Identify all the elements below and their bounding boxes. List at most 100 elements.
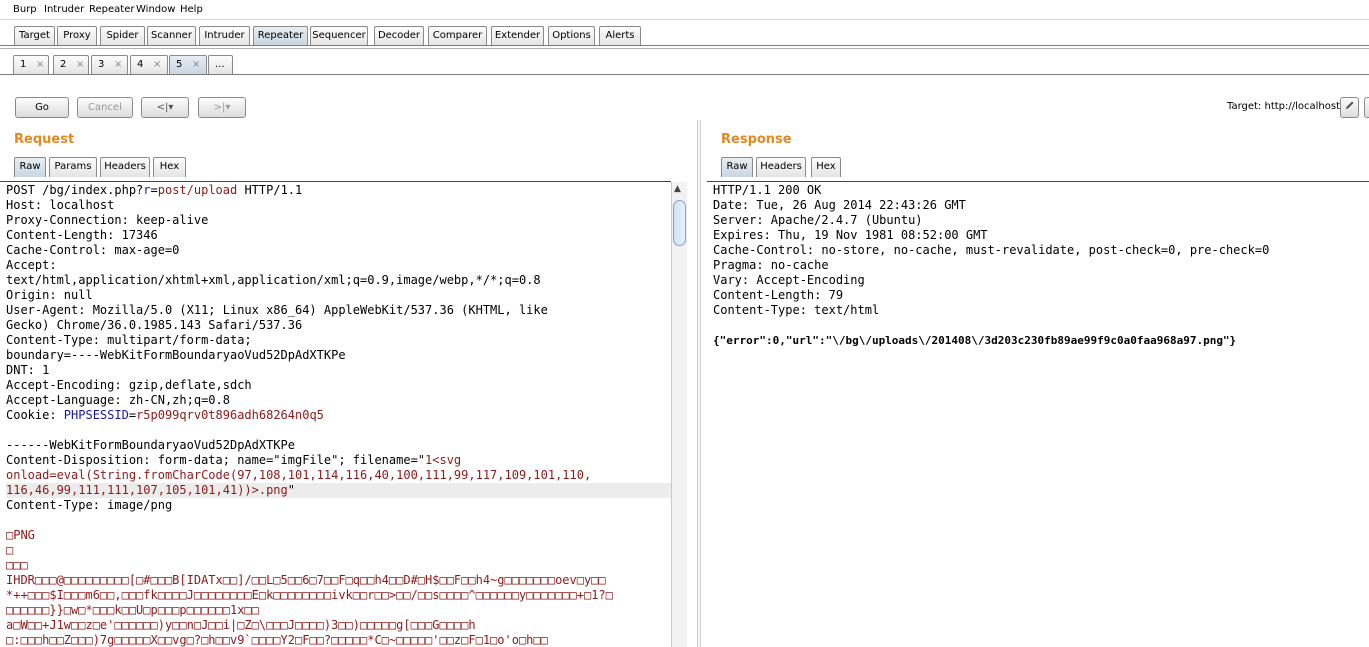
tab-scanner[interactable]: Scanner [147, 26, 196, 45]
response-line: Date: Tue, 26 Aug 2014 22:43:26 GMT [713, 198, 966, 212]
request-line: 116,46,99,111,111,107,105,101,41))>.png" [6, 483, 671, 498]
repeater-tab-label: 1 [20, 59, 27, 70]
response-tab-raw[interactable]: Raw [721, 157, 753, 177]
menu-help[interactable]: Help [180, 4, 203, 15]
request-token: r5p099qrv0t896adh68264n0q5 [136, 408, 324, 422]
response-tab-hex[interactable]: Hex [811, 157, 841, 177]
pencil-icon[interactable] [1340, 97, 1359, 118]
close-icon[interactable]: × [36, 56, 44, 73]
menu-burp[interactable]: Burp [13, 4, 37, 15]
tab-alerts[interactable]: Alerts [599, 26, 641, 45]
request-line: Accept: [6, 258, 671, 273]
request-tab-raw[interactable]: Raw [14, 157, 46, 177]
request-token: DNT: 1 [6, 363, 50, 377]
scroll-up-icon[interactable]: ▲ [674, 184, 681, 194]
menu-repeater[interactable]: Repeater [89, 4, 134, 15]
request-token: Origin: null [6, 288, 93, 302]
close-icon[interactable]: × [192, 56, 200, 73]
tab-intruder[interactable]: Intruder [199, 26, 250, 45]
go-button[interactable]: Go [15, 97, 69, 118]
request-token: a□W□□+J1w□□z□e'□□□□□□)y□□n□J□□i|□Z□\□□□J… [6, 618, 476, 632]
request-line: Content-Type: multipart/form-data; [6, 333, 671, 348]
request-token: Content-Length: 17346 [6, 228, 158, 242]
request-token: *++□□□$I□□□m6□□,□□□fk□□□□J□□□□□□□□E□k□□□… [6, 588, 613, 602]
response-text[interactable]: HTTP/1.1 200 OK Date: Tue, 26 Aug 2014 22… [707, 182, 1369, 348]
tab-decoder[interactable]: Decoder [374, 26, 424, 45]
response-line: Vary: Accept-Encoding [713, 273, 865, 287]
response-line: Content-Length: 79 [713, 288, 844, 302]
repeater-tab-2[interactable]: 2 × [53, 55, 89, 74]
request-token: " [287, 483, 295, 497]
request-text[interactable]: POST /bg/index.php?r=post/upload HTTP/1.… [0, 182, 671, 647]
repeater-tab-label: 4 [137, 59, 144, 70]
request-token: □:□□□h□□Z□□□)7g□□□□□X□□vg□?□h□□v9`□□□□Y2… [6, 633, 548, 647]
close-icon[interactable]: × [114, 56, 122, 73]
request-token: □□□ [6, 558, 28, 572]
request-line: □ [6, 543, 671, 558]
request-token: POST /bg/index.php? [6, 183, 144, 197]
request-scrollbar[interactable]: ▲ [671, 182, 687, 647]
request-line [6, 513, 671, 528]
repeater-tab-3[interactable]: 3 × [91, 55, 128, 74]
request-line: User-Agent: Mozilla/5.0 (X11; Linux x86_… [6, 303, 671, 318]
request-line: □□□ [6, 558, 671, 573]
repeater-tab-1[interactable]: 1 × [13, 55, 49, 74]
split-divider[interactable] [697, 120, 701, 647]
request-token: 1<svg [425, 453, 462, 467]
close-icon[interactable]: × [76, 56, 84, 73]
request-token: Cookie: [6, 408, 64, 422]
tab-options[interactable]: Options [548, 26, 595, 45]
request-line: □:□□□h□□Z□□□)7g□□□□□X□□vg□?□h□□v9`□□□□Y2… [6, 633, 671, 647]
main-tab-separator [0, 45, 1369, 46]
request-line: Content-Disposition: form-data; name="im… [6, 453, 671, 468]
request-line: Content-Length: 17346 [6, 228, 671, 243]
close-icon[interactable]: × [153, 56, 161, 73]
request-token: Accept-Language: zh-CN,zh;q=0.8 [6, 393, 230, 407]
request-line: □PNG [6, 528, 671, 543]
request-line: a□W□□+J1w□□z□e'□□□□□□)y□□n□J□□i|□Z□\□□□J… [6, 618, 671, 633]
request-token: □ [6, 543, 14, 557]
back-button[interactable]: <|▾ [141, 97, 189, 118]
request-tab-params[interactable]: Params [49, 157, 97, 177]
request-token: = [128, 408, 137, 422]
repeater-tab-5[interactable]: 5 × [169, 55, 207, 74]
response-viewer[interactable]: HTTP/1.1 200 OK Date: Tue, 26 Aug 2014 22… [707, 181, 1369, 647]
request-token: Accept-Encoding: gzip,deflate,sdch [6, 378, 252, 392]
menu-window[interactable]: Window [136, 4, 175, 15]
menu-bar: Burp Intruder Repeater Window Help [0, 0, 1369, 20]
tab-sequencer[interactable]: Sequencer [310, 26, 368, 45]
request-tab-hex[interactable]: Hex [153, 157, 186, 177]
repeater-tab-separator [0, 74, 1369, 75]
request-line: Accept-Language: zh-CN,zh;q=0.8 [6, 393, 671, 408]
request-tab-headers[interactable]: Headers [100, 157, 150, 177]
tab-proxy[interactable]: Proxy [57, 26, 97, 45]
help-icon[interactable] [1364, 97, 1369, 118]
menu-intruder[interactable]: Intruder [44, 4, 84, 15]
new-tab-button[interactable]: ... [208, 55, 233, 74]
request-line: Gecko) Chrome/36.0.1985.143 Safari/537.3… [6, 318, 671, 333]
tab-comparer[interactable]: Comparer [428, 26, 487, 45]
tab-target[interactable]: Target [14, 26, 55, 45]
request-line: onload=eval(String.fromCharCode(97,108,1… [6, 468, 671, 483]
request-line: text/html,application/xhtml+xml,applicat… [6, 273, 671, 288]
tab-repeater[interactable]: Repeater [253, 26, 308, 45]
request-line: boundary=----WebKitFormBoundaryaoVud52Dp… [6, 348, 671, 363]
response-tab-headers[interactable]: Headers [756, 157, 806, 177]
cancel-button[interactable]: Cancel [77, 97, 133, 118]
request-token: = [150, 183, 158, 197]
request-token: r [143, 183, 151, 197]
request-line: □□□□□□}}□w□*□□□k□□U□p□□□p□□□□□□1x□□ [6, 603, 671, 618]
scroll-thumb[interactable] [673, 200, 686, 246]
main-tab-separator-2 [0, 48, 1369, 49]
repeater-tab-4[interactable]: 4 × [130, 55, 168, 74]
forward-button[interactable]: >|▾ [198, 97, 246, 118]
request-editor[interactable]: POST /bg/index.php?r=post/upload HTTP/1.… [0, 181, 671, 647]
request-title: Request [14, 132, 75, 147]
target-label[interactable]: Target: http://localhost [1227, 101, 1340, 112]
response-line: HTTP/1.1 200 OK [713, 183, 822, 197]
request-token: boundary=----WebKitFormBoundaryaoVud52Dp… [6, 348, 346, 362]
request-token: Content-Disposition: form-data; name="im… [6, 453, 426, 467]
tab-extender[interactable]: Extender [491, 26, 544, 45]
request-line: *++□□□$I□□□m6□□,□□□fk□□□□J□□□□□□□□E□k□□□… [6, 588, 671, 603]
tab-spider[interactable]: Spider [100, 26, 145, 45]
